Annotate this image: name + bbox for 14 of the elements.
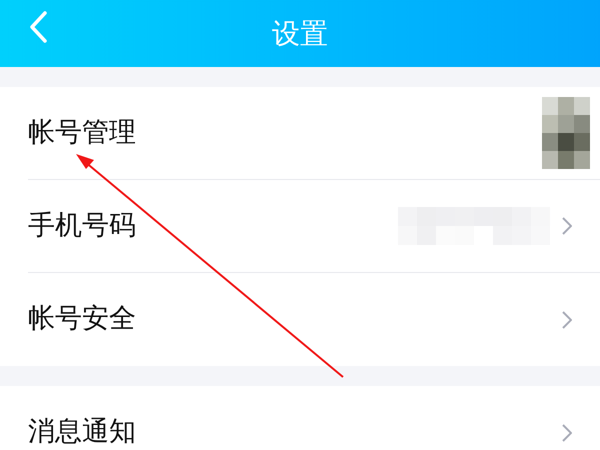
back-icon[interactable] [28,10,48,44]
row-label: 帐号管理 [28,116,137,150]
pixelated-avatar [542,97,590,169]
chevron-right-icon [562,310,572,328]
settings-row[interactable]: 消息通知 [28,386,600,450]
settings-row[interactable]: 手机号码 [28,180,600,273]
row-label: 手机号码 [28,208,137,243]
settings-row[interactable]: 帐号管理 [28,87,600,180]
page-title: 设置 [272,16,328,52]
row-label: 消息通知 [28,415,137,450]
settings-row[interactable]: 帐号安全 [28,273,600,366]
row-label: 帐号安全 [28,302,137,336]
chevron-right-icon [562,217,572,235]
chevron-right-icon [562,424,572,442]
